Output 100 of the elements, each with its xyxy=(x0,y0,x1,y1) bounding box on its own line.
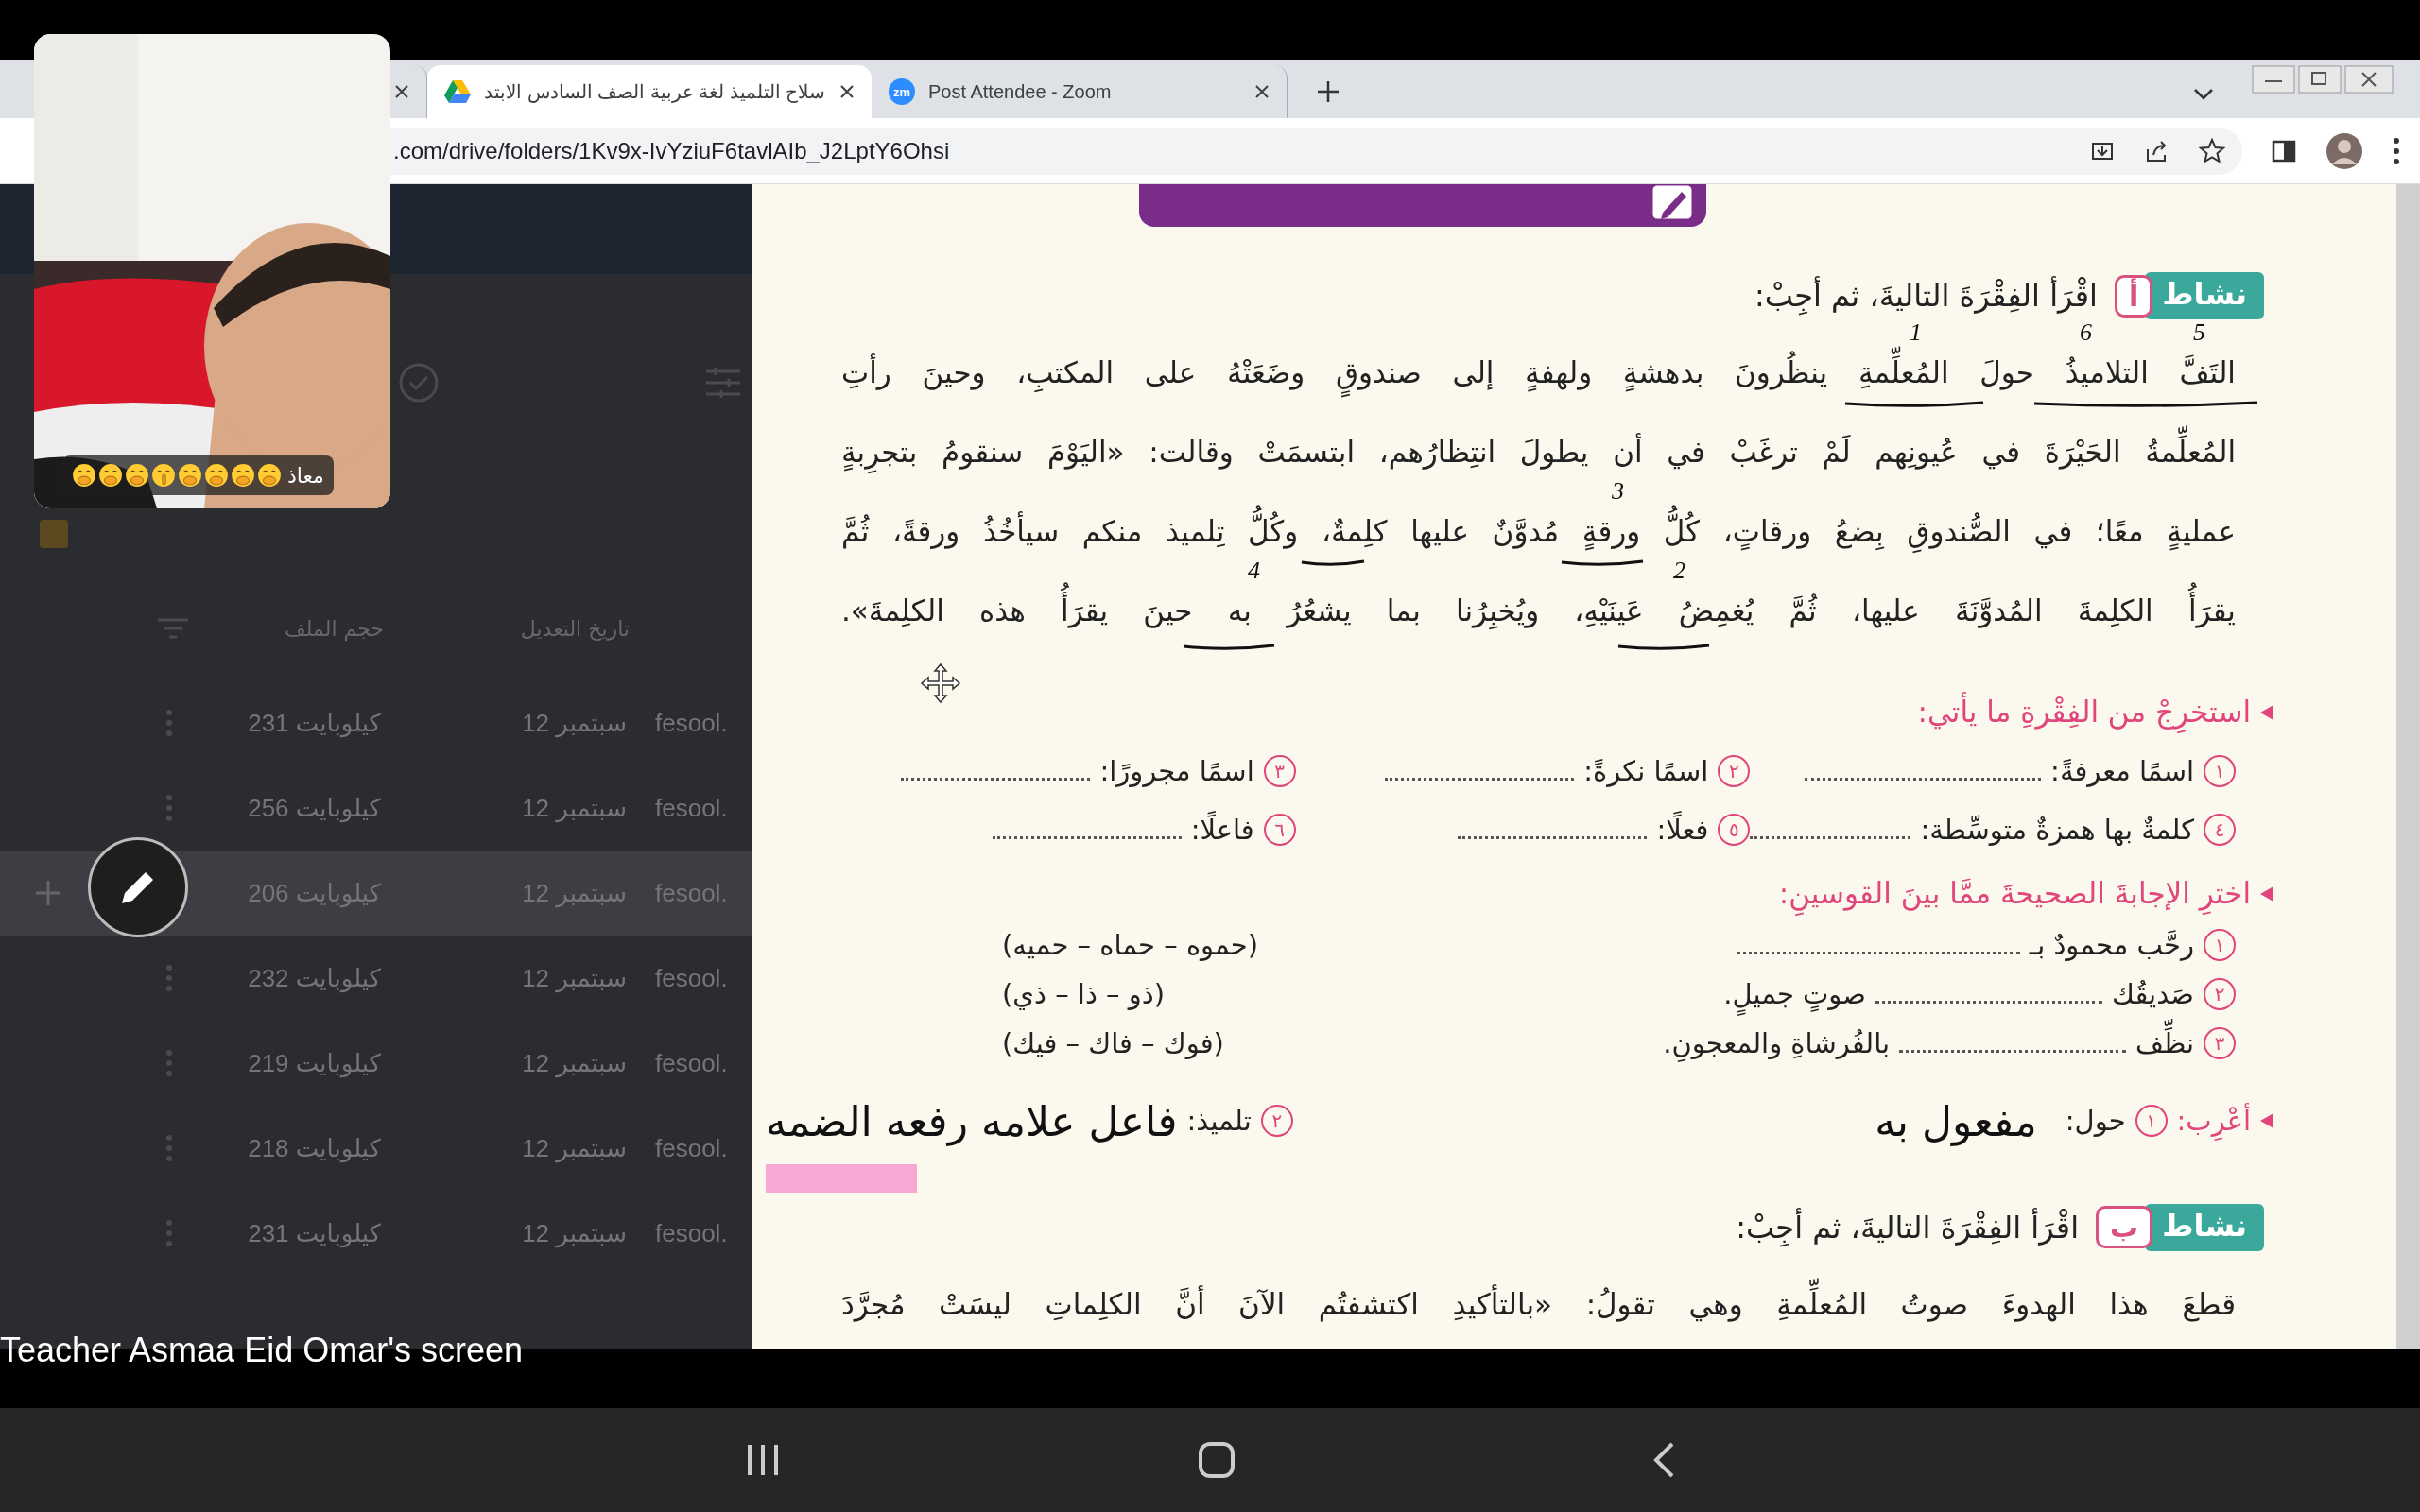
table-cell-text: fesool. xyxy=(654,708,729,738)
browser-tab[interactable]: سلاح التلميذ لغة عربية الصف السادس الابتد xyxy=(427,65,872,118)
paragraph-line: قطعَ هذا الهدوءَ صوتُ المُعلِّمةِ وهي تقولُ: «بالتأكيدِ اكتشفتُم الآنَ أنَّ الكلِماتِ ليسَتْ مُجرَّدَ xyxy=(841,1277,2236,1331)
item-label: رحَّب محمودٌ بـ xyxy=(2029,927,2194,963)
item-number: ٦ xyxy=(1263,814,1296,847)
item-label: فعلًا: xyxy=(1656,805,1709,855)
item-number: ٢ xyxy=(1718,754,1751,787)
tab-title: سلاح التلميذ لغة عربية الصف السادس الابتد xyxy=(484,80,826,103)
participant-name: معاذ xyxy=(287,463,324,488)
handwritten-answer: فاعل علامه رفعه الضمه xyxy=(766,1095,1178,1148)
item-number: ٢ xyxy=(1260,1105,1293,1138)
item-number: ٢ xyxy=(2204,978,2236,1011)
check-circle-icon[interactable] xyxy=(398,362,440,404)
close-icon[interactable] xyxy=(394,84,409,99)
home-icon[interactable] xyxy=(1198,1441,1236,1479)
new-tab-icon[interactable] xyxy=(1316,79,1340,104)
activity-letter: ب xyxy=(2096,1206,2153,1249)
shush-emoji-icon xyxy=(151,463,176,488)
window-controls-icon[interactable] xyxy=(2252,65,2394,94)
handwritten-number: 6 xyxy=(2080,320,2092,345)
paragraph-line: يقرَأُ الكلِمةَ المُدوَّنَةَ عليها، ثُمَّ يُغمِضُ عَينَيْهِ، ويُخبِرُنا بما يشعُرُ به حينَ يقرَأُ هذه الكلِمةَ». xyxy=(841,584,2236,637)
triangle-icon xyxy=(2260,886,2273,902)
yawn-emoji-icon xyxy=(178,463,202,488)
item-label: فاعلًا: xyxy=(1190,805,1254,855)
activity-instruction: اقْرَأ الفِقْرَةَ التاليةَ، ثم أجِبْ: xyxy=(1754,278,2098,314)
table-cell-text: 231 كيلوبايت xyxy=(247,708,381,738)
column-header[interactable]: تاريخ التعديل xyxy=(384,616,630,641)
handwritten-number: 2 xyxy=(1673,558,1685,583)
section-heading: أعْرِب: xyxy=(2176,1096,2251,1146)
section-heading: اخترِ الإجابةَ الصحيحةَ ممَّا بينَ القوسينِ: xyxy=(1778,868,2251,920)
tab-title: Post Attendee - Zoom xyxy=(928,80,1113,103)
yawn-emoji-icon xyxy=(257,463,282,488)
item-label: نظِّف xyxy=(2135,1019,2194,1069)
column-header[interactable]: حجم الملف xyxy=(190,616,384,641)
item-label: كلمةٌ بها همزةٌ متوسِّطة: xyxy=(1920,813,2194,848)
hand-over-mouth-emoji-icon xyxy=(72,463,96,488)
section-heading: استخرِجْ من الفِقْرةِ ما يأتي: xyxy=(1917,686,2251,739)
paragraph-line: المُعلِّمةُ الحَيْرَةَ في عُيونِهم لَمْ ترغَبْ في أن يطولَ انتِظارُهم، ابتسمَتْ وقالت: «اليَوْمَ سنقومُ بتجرِبةٍ xyxy=(841,425,2236,478)
address-bar[interactable]: .com/drive/folders/1Kv9x-IvYziuF6tavlAIb_J2LptY6Ohsi xyxy=(389,127,2242,175)
table-cell-text: 12 سبتمبر xyxy=(521,793,627,823)
answer-options: (حموه – حماه – حميه) xyxy=(1002,919,1259,971)
table-cell-text: 256 كيلوبايت xyxy=(247,793,381,823)
handwritten-number: 1 xyxy=(1910,320,1922,345)
handwritten-number: 4 xyxy=(1248,558,1260,583)
back-icon[interactable] xyxy=(1651,1441,1676,1479)
table-cell-text: fesool. xyxy=(654,1133,729,1163)
activity-badge: نشاط xyxy=(2145,272,2264,319)
item-number: ٥ xyxy=(1718,814,1751,847)
table-cell-text: 232 كيلوبايت xyxy=(247,963,381,993)
url-text: .com/drive/folders/1Kv9x-IvYziuF6tavlAIb_J2LptY6Ohsi xyxy=(393,137,951,164)
item-label: اسمًا نكرةً: xyxy=(1583,753,1709,789)
table-cell-text: 12 سبتمبر xyxy=(521,963,627,993)
move-cursor-icon xyxy=(920,662,961,704)
item-label: اسمًا مجرورًا: xyxy=(1099,753,1254,789)
paragraph-line: عمليةٍ معًا؛ في الصُّندوقِ بِضعُ ورقاتٍ، كُلُّ ورقةٍ مُدوَّنٌ عليها كلِمةٌ، وكُلُّ تِلميذ منكم سيأخُذُ ورقةً، ثُمَّ xyxy=(841,505,2236,558)
menu-icon[interactable] xyxy=(2392,136,2401,165)
handwritten-number: 5 xyxy=(2193,320,2205,345)
table-cell-text: fesool. xyxy=(654,1218,729,1248)
item-label: حول: xyxy=(2065,1104,2126,1140)
item-number: ١ xyxy=(2204,929,2236,962)
table-cell-text: 12 سبتمبر xyxy=(521,1133,627,1163)
table-cell-text: 12 سبتمبر xyxy=(521,1048,627,1078)
item-number: ١ xyxy=(2204,754,2236,787)
table-cell-text: 231 كيلوبايت xyxy=(247,1218,381,1248)
item-number: ١ xyxy=(2135,1105,2168,1138)
item-label: اسمًا معرفةً: xyxy=(2050,753,2194,789)
hand-over-mouth-emoji-icon xyxy=(98,463,123,488)
close-icon[interactable] xyxy=(1254,84,1270,99)
star-icon[interactable] xyxy=(2199,137,2225,164)
yawn-emoji-icon xyxy=(204,463,229,488)
chevron-down-icon[interactable] xyxy=(2193,88,2214,101)
item-label: تلميذ: xyxy=(1186,1104,1252,1140)
answer-options: (فوك – فاك – فيك) xyxy=(1002,1019,1224,1069)
item-number: ٣ xyxy=(2204,1027,2236,1060)
ink-underline xyxy=(1300,558,1366,568)
yawn-emoji-icon xyxy=(231,463,255,488)
screen-share-label: Teacher Asmaa Eid Omar's screen xyxy=(0,1331,524,1370)
answer-options: (ذو – ذا – ذي) xyxy=(1002,970,1165,1020)
zoom-icon: zm xyxy=(889,78,915,105)
item-label: صوتٍ جميلٍ. xyxy=(1723,970,1866,1020)
table-cell-text: 219 كيلوبايت xyxy=(247,1048,381,1078)
item-number: ٣ xyxy=(1263,754,1296,787)
table-cell-text: 12 سبتمبر xyxy=(521,1218,627,1248)
triangle-icon xyxy=(2260,704,2273,720)
item-label: بالفُرشاةِ والمعجونِ. xyxy=(1663,1026,1891,1064)
item-label: صَديقُك xyxy=(2111,977,2194,1013)
drive-icon xyxy=(444,79,471,104)
avatar-icon[interactable] xyxy=(2325,131,2363,170)
activity-badge: نشاط xyxy=(2145,1203,2264,1251)
activity-letter: أ xyxy=(2114,274,2153,318)
close-icon[interactable] xyxy=(839,84,855,99)
folder-icon xyxy=(38,518,70,550)
table-cell-text: 218 كيلوبايت xyxy=(247,1133,381,1163)
handwritten-answer: مفعول به xyxy=(1875,1095,2037,1148)
hand-over-mouth-emoji-icon xyxy=(125,463,149,488)
table-cell-text: fesool. xyxy=(654,1048,729,1078)
table-cell-text: fesool. xyxy=(654,793,729,823)
item-number: ٤ xyxy=(2204,814,2236,847)
table-cell-text: fesool. xyxy=(654,963,729,993)
triangle-icon xyxy=(2260,1113,2273,1129)
